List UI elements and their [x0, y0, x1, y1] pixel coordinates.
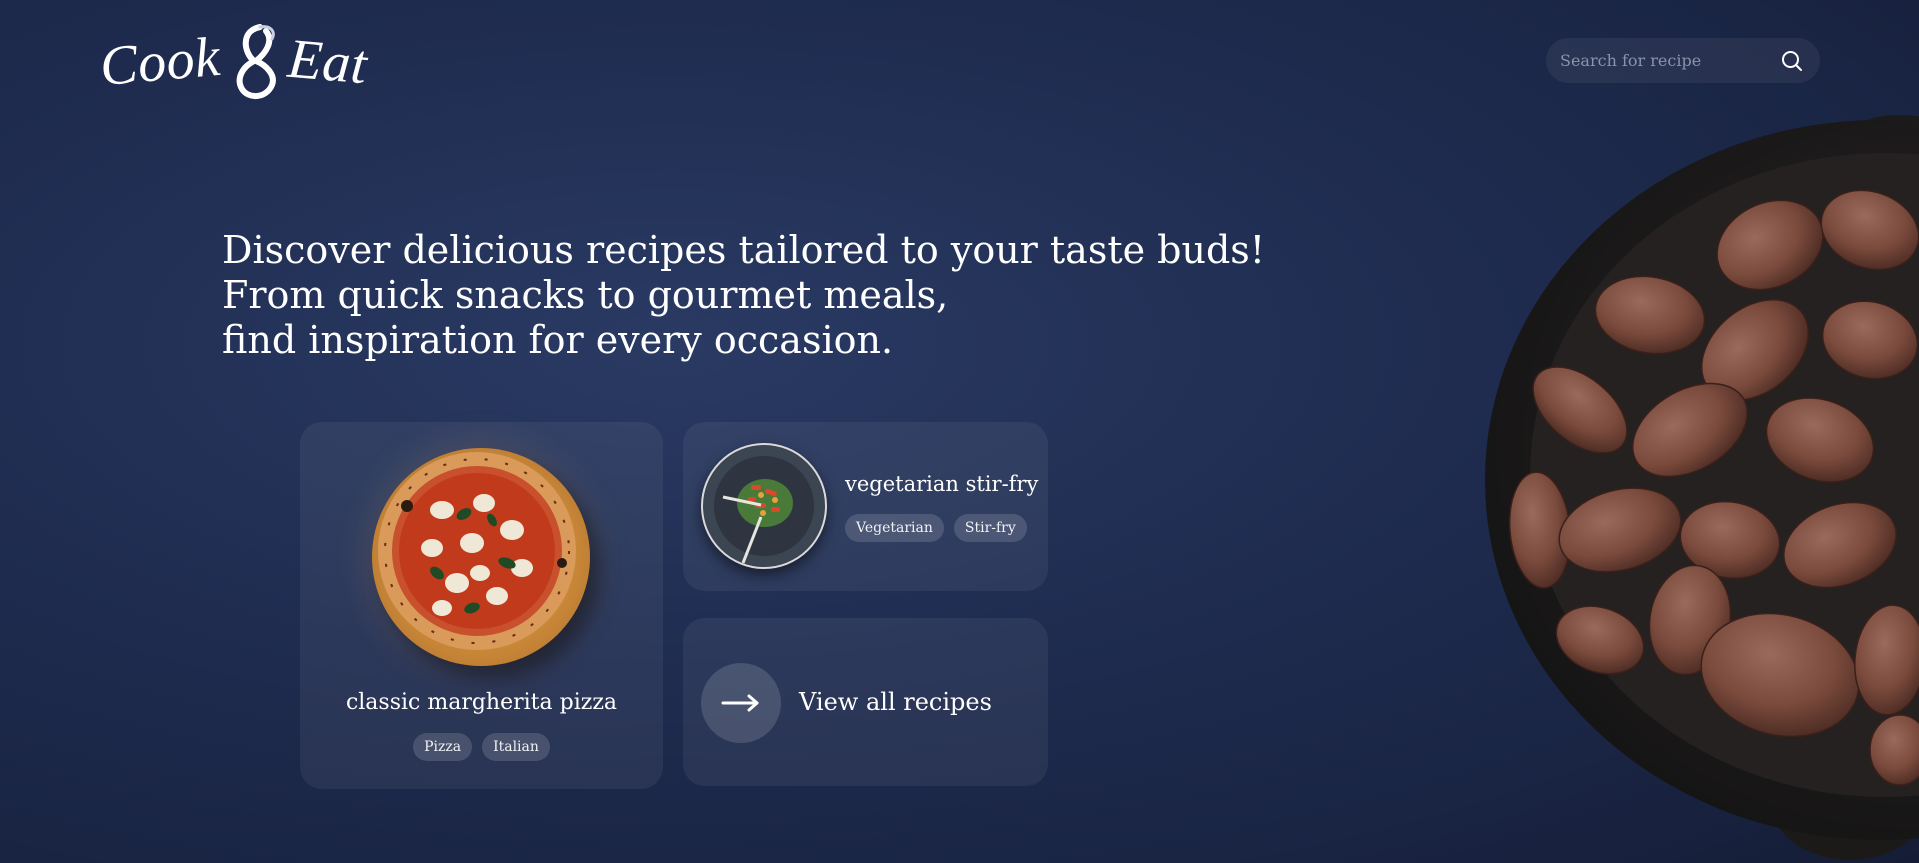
hero-heading: Discover delicious recipes tailored to y…: [222, 228, 1266, 363]
tag-italian[interactable]: Italian: [482, 733, 550, 761]
tag-stir-fry[interactable]: Stir-fry: [953, 514, 1027, 542]
hero-line-1: Discover delicious recipes tailored to y…: [222, 228, 1266, 272]
view-all-label[interactable]: View all recipes: [799, 688, 992, 716]
hero-line-2: From quick snacks to gourmet meals,: [222, 273, 949, 317]
view-all-button[interactable]: [701, 663, 781, 743]
search-input[interactable]: [1560, 51, 1780, 70]
logo-text-eat: Eat: [285, 27, 371, 97]
arrow-right-icon: [721, 694, 759, 712]
tag-list: Pizza Italian: [300, 733, 663, 761]
recipe-title: classic margherita pizza: [345, 690, 618, 715]
tag-pizza[interactable]: Pizza: [413, 733, 473, 761]
logo[interactable]: Cook Eat: [97, 22, 380, 102]
tag-list: Vegetarian Stir-fry: [845, 514, 1027, 542]
logo-text-cook: Cook: [97, 25, 223, 99]
recipe-card-pizza[interactable]: classic margherita pizza Pizza Italian: [300, 422, 663, 789]
search-icon[interactable]: [1780, 49, 1804, 73]
view-all-card[interactable]: View all recipes: [683, 618, 1048, 786]
search-bar: [1546, 38, 1820, 83]
hero-line-3: find inspiration for every occasion.: [222, 318, 894, 362]
tag-vegetarian[interactable]: Vegetarian: [845, 514, 944, 542]
cocoa-pot-image: [1480, 100, 1919, 863]
recipe-title: vegetarian stir-fry: [845, 472, 1039, 496]
recipe-card-stir-fry[interactable]: vegetarian stir-fry Vegetarian Stir-fry: [683, 422, 1048, 591]
stir-fry-image: [701, 443, 827, 569]
ampersand-logo-icon: [236, 24, 277, 99]
pizza-image: [372, 448, 590, 666]
